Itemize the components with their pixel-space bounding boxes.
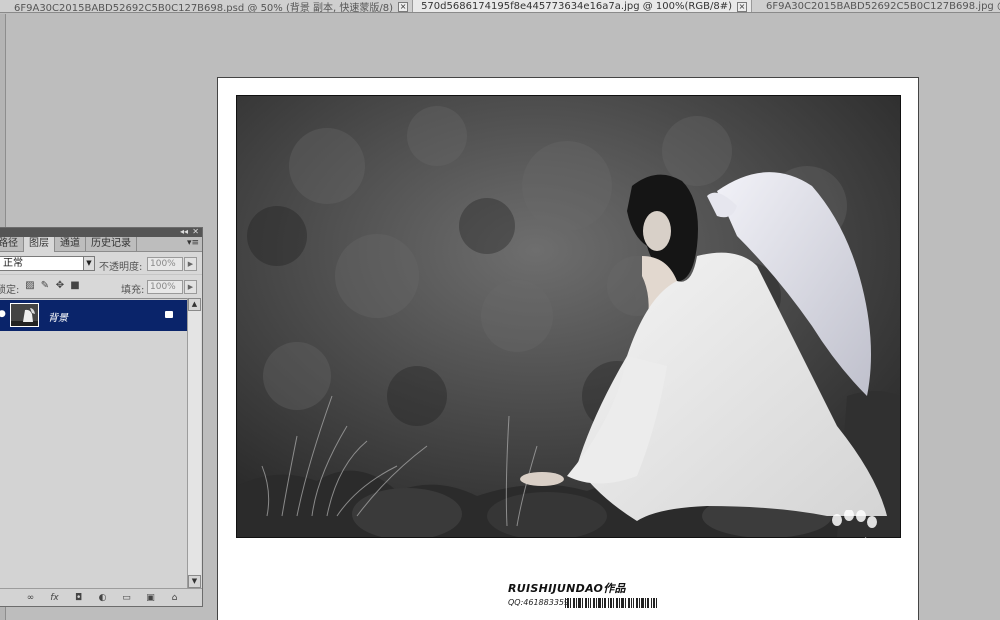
lock-row: 锁定: ▨ ✎ ✥ ■ 填充: 100% ▶ [0,274,202,296]
document-tab-psd[interactable]: 6F9A30C2015BABD52692C5B0C127B698.psd @ 5… [0,0,414,13]
adjustment-layer-icon[interactable]: ◐ [96,592,109,604]
tab-label: 570d5686174195f8e445773634e16a7a.jpg @ 1… [421,1,732,12]
layers-panel-footer: ∞ fx ◘ ◐ ▭ ▣ ⌂ [0,588,202,606]
fx-icon[interactable]: fx [48,592,61,604]
lock-all-icon[interactable]: ■ [69,280,81,292]
layer-thumbnail [10,303,39,327]
tab-label: 6F9A30C2015BABD52692C5B0C127B698.psd @ 5… [14,3,394,13]
lock-icons: ▨ ✎ ✥ ■ [24,280,81,292]
add-mask-icon[interactable]: ◘ [72,592,85,604]
new-group-icon[interactable]: ▭ [120,592,133,604]
opacity-slider-arrow-icon[interactable]: ▶ [184,257,197,271]
chevron-down-icon[interactable]: ▼ [83,257,94,270]
opacity-field[interactable]: 100% [147,257,183,271]
panel-titlebar[interactable]: ◂◂ ✕ [0,227,202,237]
tab-layers[interactable]: 图层 [24,237,55,252]
blend-row: 正常 ▼ 不透明度: 100% ▶ [0,252,202,274]
blend-mode-select[interactable]: 正常 ▼ [0,256,95,271]
lock-position-icon[interactable]: ✥ [54,280,66,292]
watermark-logo: Baidu经验 [770,537,915,568]
photographer-signature: RUISHIJUNDAO作品 QQ:461883359 [508,580,668,610]
fill-field[interactable]: 100% [147,280,183,294]
panel-tabs: 路径 图层 通道 历史记录 ▾≡ [0,237,202,252]
angel-photo [236,95,901,538]
tab-history[interactable]: 历史记录 [86,237,137,252]
lock-label: 锁定: [0,285,20,296]
fill-slider-arrow-icon[interactable]: ▶ [184,280,197,294]
document-tab-active-jpg[interactable]: 570d5686174195f8e445773634e16a7a.jpg @ 1… [413,0,752,12]
close-icon[interactable]: × [398,1,409,12]
close-icon[interactable]: × [736,1,747,12]
blend-mode-value: 正常 [3,258,23,269]
photo-image [237,96,900,537]
collapse-arrows-icon[interactable]: ◂◂ [180,227,188,236]
lock-transparent-pixels-icon[interactable]: ▨ [24,280,36,292]
eye-icon[interactable]: ● [0,309,6,321]
scroll-down-icon[interactable]: ▼ [188,575,201,588]
signature-qq: QQ:461883359 [508,598,570,607]
document-tab-bar: 6F9A30C2015BABD52692C5B0C127B698.psd @ 5… [0,0,1000,13]
baidu-watermark: Baidu经验 jingyan.baidu.com [765,510,950,600]
layer-name[interactable]: 背景 [48,309,68,324]
scroll-up-icon[interactable]: ▲ [188,298,201,311]
new-layer-icon[interactable]: ▣ [144,592,157,604]
link-layers-icon[interactable]: ∞ [24,592,37,604]
opacity-label: 不透明度: [99,262,143,273]
document-tab-jpg[interactable]: 6F9A30C2015BABD52692C5B0C127B698.jpg @ 1… [751,0,1000,12]
layer-thumbnail-image [11,304,38,326]
signature-brand: RUISHIJUNDAO作品 [508,582,626,595]
fill-label: 填充: [121,285,145,296]
tab-channels[interactable]: 通道 [55,237,86,252]
delete-layer-icon[interactable]: ⌂ [168,592,181,604]
layers-panel: ◂◂ ✕ 路径 图层 通道 历史记录 ▾≡ 正常 ▼ 不透明度: 100% ▶ … [0,227,203,607]
layer-lock-icon [165,311,173,318]
tab-paths[interactable]: 路径 [0,237,24,252]
lock-image-pixels-icon[interactable]: ✎ [39,280,51,292]
layer-row-background[interactable]: ● 背景 [0,300,187,331]
layers-list: ● 背景 [0,298,187,588]
tab-label: 6F9A30C2015BABD52692C5B0C127B698.jpg @ 1… [765,1,1000,12]
watermark-url: jingyan.baidu.com [767,574,913,592]
close-icon[interactable]: ✕ [192,227,199,236]
layers-scrollbar[interactable]: ▲ ▼ [187,298,201,588]
panel-menu-icon[interactable]: ▾≡ [187,238,199,248]
barcode-graphic [565,598,657,608]
